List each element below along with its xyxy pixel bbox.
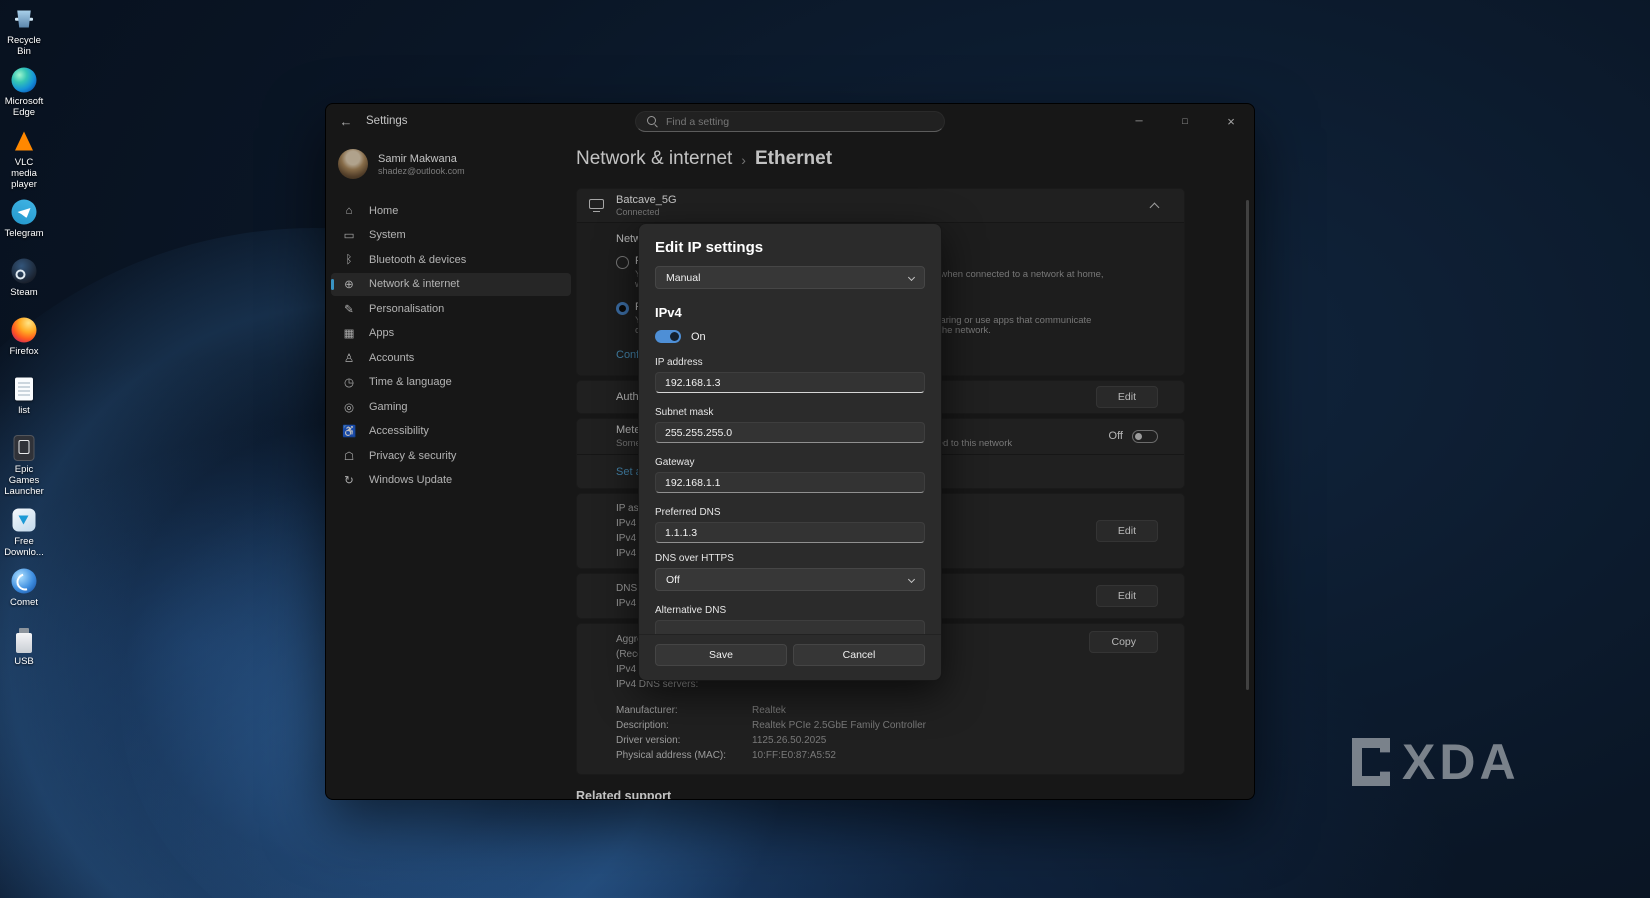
preferred-dns-input[interactable] <box>655 522 925 543</box>
edit-ip-settings-dialog: Edit IP settings Manual IPv4 On IP addre… <box>638 223 942 681</box>
desktop-icon-label: Free Downlo... <box>4 536 44 559</box>
alternative-dns-field: Alternative DNS <box>655 605 925 634</box>
xda-watermark-text: XDA <box>1402 734 1520 790</box>
xda-logo-icon <box>1352 738 1390 786</box>
desktop-icon-recycle-bin[interactable]: Recycle Bin <box>1 5 47 58</box>
ip-address-field: IP address <box>655 357 925 393</box>
desktop-icon-free-download-manager[interactable]: Free Downlo... <box>1 506 47 559</box>
ip-address-field-label: IP address <box>655 357 703 368</box>
dns-over-https-field: DNS over HTTPS Off <box>655 553 925 591</box>
desktop-icon-label: Epic Games Launcher <box>4 464 44 498</box>
edge-icon <box>1 66 47 94</box>
alternative-dns-input[interactable] <box>655 620 925 634</box>
ipv4-section-heading: IPv4 <box>655 305 682 320</box>
desktop-icon-firefox[interactable]: Firefox <box>1 316 47 367</box>
ipv4-toggle-row: On <box>655 330 925 343</box>
gateway-input[interactable] <box>655 472 925 493</box>
dns-over-https-label: DNS over HTTPS <box>655 553 734 564</box>
subnet-mask-input[interactable] <box>655 422 925 443</box>
free-download-manager-icon <box>1 506 47 534</box>
desktop-icon-epic-games[interactable]: Epic Games Launcher <box>1 434 47 498</box>
desktop-icon-vlc[interactable]: VLC media player <box>1 127 47 191</box>
desktop-icon-label: Recycle Bin <box>7 35 41 57</box>
telegram-icon <box>1 198 47 226</box>
desktop-icon-column: Recycle Bin Microsoft Edge VLC media pla… <box>1 5 47 685</box>
dns-over-https-value: Off <box>666 573 680 586</box>
desktop-icon-label: Comet <box>10 597 38 609</box>
save-button[interactable]: Save <box>655 644 787 666</box>
desktop: Recycle Bin Microsoft Edge VLC media pla… <box>0 0 1650 898</box>
document-icon <box>1 375 47 403</box>
chevron-down-icon <box>907 273 916 282</box>
dialog-body: Edit IP settings Manual IPv4 On IP addre… <box>639 224 941 634</box>
desktop-icon-label: Microsoft Edge <box>4 95 44 118</box>
preferred-dns-field-label: Preferred DNS <box>655 507 721 518</box>
dns-over-https-dropdown[interactable]: Off <box>655 568 925 591</box>
desktop-icon-label: list <box>18 405 30 417</box>
vlc-icon <box>1 127 47 155</box>
desktop-icon-microsoft-edge[interactable]: Microsoft Edge <box>1 66 47 119</box>
xda-watermark: XDA <box>1352 737 1520 787</box>
preferred-dns-field: Preferred DNS <box>655 507 925 543</box>
desktop-icon-comet[interactable]: Comet <box>1 567 47 618</box>
desktop-icon-list[interactable]: list <box>1 375 47 426</box>
subnet-mask-field: Subnet mask <box>655 407 925 443</box>
subnet-mask-field-label: Subnet mask <box>655 407 714 418</box>
epic-games-icon <box>1 434 47 462</box>
ip-settings-mode-dropdown[interactable]: Manual <box>655 266 925 289</box>
ip-address-input[interactable] <box>655 372 925 393</box>
desktop-icon-label: Firefox <box>9 346 39 358</box>
gateway-field-label: Gateway <box>655 457 695 468</box>
settings-window: ← Settings ─ □ × Samir Makwana shadez@ou… <box>325 103 1255 800</box>
usb-drive-icon <box>1 626 47 654</box>
desktop-icon-telegram[interactable]: Telegram <box>1 198 47 249</box>
cancel-button[interactable]: Cancel <box>793 644 925 666</box>
chevron-down-icon <box>907 575 916 584</box>
ipv4-toggle[interactable] <box>655 330 681 343</box>
ip-settings-mode-value: Manual <box>666 271 701 284</box>
desktop-icon-label: VLC media player <box>11 156 37 190</box>
desktop-icon-steam[interactable]: Steam <box>1 257 47 308</box>
ipv4-toggle-state: On <box>691 330 706 343</box>
desktop-icon-label: Telegram <box>4 228 44 240</box>
dialog-title: Edit IP settings <box>655 239 764 256</box>
dialog-footer: Save Cancel <box>639 634 941 680</box>
firefox-icon <box>1 316 47 344</box>
desktop-icon-label: Steam <box>10 287 38 299</box>
desktop-icon-usb[interactable]: USB <box>1 626 47 677</box>
steam-icon <box>1 257 47 285</box>
recycle-bin-icon <box>1 5 47 33</box>
gateway-field: Gateway <box>655 457 925 493</box>
comet-icon <box>1 567 47 595</box>
alternative-dns-label: Alternative DNS <box>655 605 727 616</box>
desktop-icon-label: USB <box>14 656 34 668</box>
